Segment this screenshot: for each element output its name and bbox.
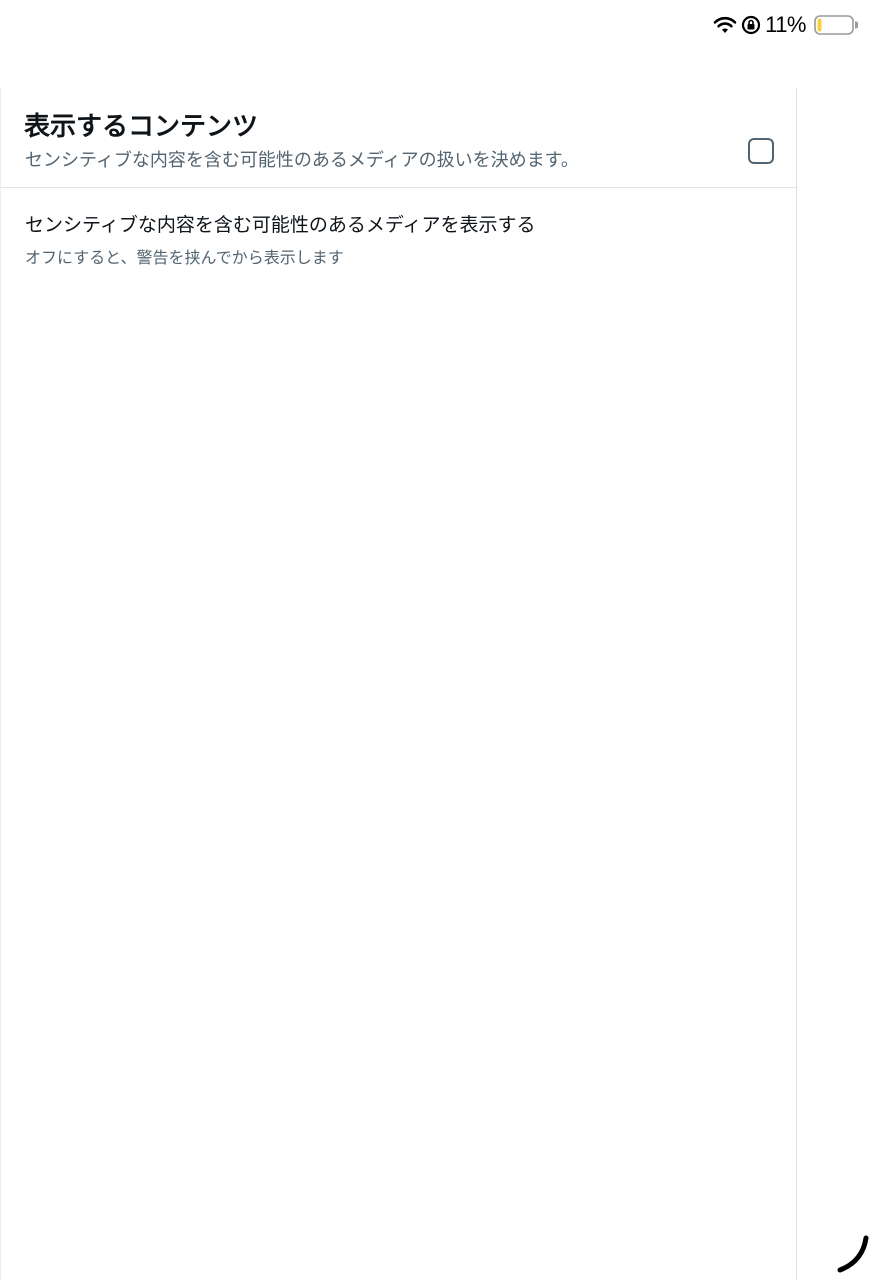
setting-help-text: オフにすると、警告を挟んでから表示します [25,248,344,267]
status-bar: 11% [0,0,880,50]
content-settings-panel: 表示するコンテンツ センシティブな内容を含む可能性のあるメディアの扱いを決めます… [0,88,798,1280]
battery-icon [814,15,858,35]
wifi-icon [713,16,737,33]
page-title: 表示するコンテンツ [24,112,259,142]
sensitive-media-checkbox[interactable] [748,138,774,164]
section-header: 表示するコンテンツ センシティブな内容を含む可能性のあるメディアの扱いを決めます… [1,88,798,188]
setting-sensitive-media[interactable]: センシティブな内容を含む可能性のあるメディアを表示する オフにすると、警告を挟ん… [1,188,798,288]
page-subtitle: センシティブな内容を含む可能性のあるメディアの扱いを決めます。 [25,150,579,171]
battery-percent: 11% [765,12,806,37]
rotation-lock-icon [741,15,761,35]
status-indicators: 11% [713,10,858,40]
home-gesture-indicator [837,1235,869,1273]
setting-label: センシティブな内容を含む可能性のあるメディアを表示する [25,214,536,236]
